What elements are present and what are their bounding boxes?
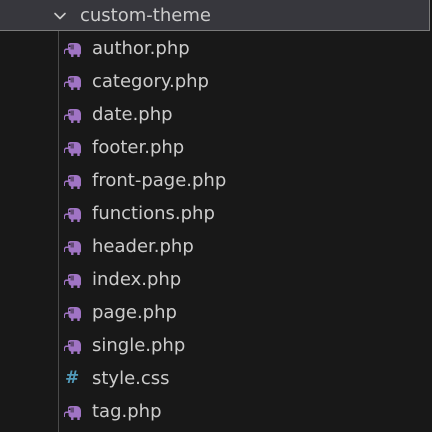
file-item[interactable]: # style.css [0, 363, 432, 396]
file-item[interactable]: author.php [0, 33, 432, 66]
file-label: header.php [92, 236, 194, 257]
php-elephant-icon [64, 43, 81, 57]
php-elephant-icon [64, 406, 81, 420]
file-label: single.php [92, 335, 186, 356]
file-label: date.php [92, 104, 173, 125]
php-elephant-icon [64, 340, 81, 354]
file-label: footer.php [92, 137, 185, 158]
php-elephant-icon [64, 142, 81, 156]
file-label: style.css [92, 368, 170, 389]
php-elephant-icon [64, 307, 81, 321]
file-label: page.php [92, 302, 177, 323]
file-item[interactable]: single.php [0, 330, 432, 363]
file-item[interactable]: footer.php [0, 132, 432, 165]
php-elephant-icon [64, 109, 81, 123]
php-elephant-icon [64, 76, 81, 90]
file-label: author.php [92, 38, 190, 59]
file-list: author.php category.php date.php footer.php… [0, 33, 432, 429]
php-elephant-icon [64, 241, 81, 255]
file-item[interactable]: page.php [0, 297, 432, 330]
folder-label: custom-theme [80, 5, 211, 26]
file-label: tag.php [92, 401, 162, 422]
file-item[interactable]: category.php [0, 66, 432, 99]
file-explorer: custom-theme author.php category.php date.… [0, 0, 432, 432]
file-item[interactable]: front-page.php [0, 165, 432, 198]
file-item[interactable]: date.php [0, 99, 432, 132]
php-elephant-icon [64, 175, 81, 189]
file-label: index.php [92, 269, 182, 290]
file-item[interactable]: index.php [0, 264, 432, 297]
file-item[interactable]: tag.php [0, 396, 432, 429]
folder-custom-theme[interactable]: custom-theme [0, 0, 430, 31]
file-label: front-page.php [92, 170, 227, 191]
chevron-down-icon[interactable] [52, 8, 68, 24]
css-hash-icon: # [65, 368, 80, 388]
php-elephant-icon [64, 208, 81, 222]
file-label: category.php [92, 71, 209, 92]
file-label: functions.php [92, 203, 215, 224]
php-elephant-icon [64, 274, 81, 288]
file-item[interactable]: header.php [0, 231, 432, 264]
file-item[interactable]: functions.php [0, 198, 432, 231]
